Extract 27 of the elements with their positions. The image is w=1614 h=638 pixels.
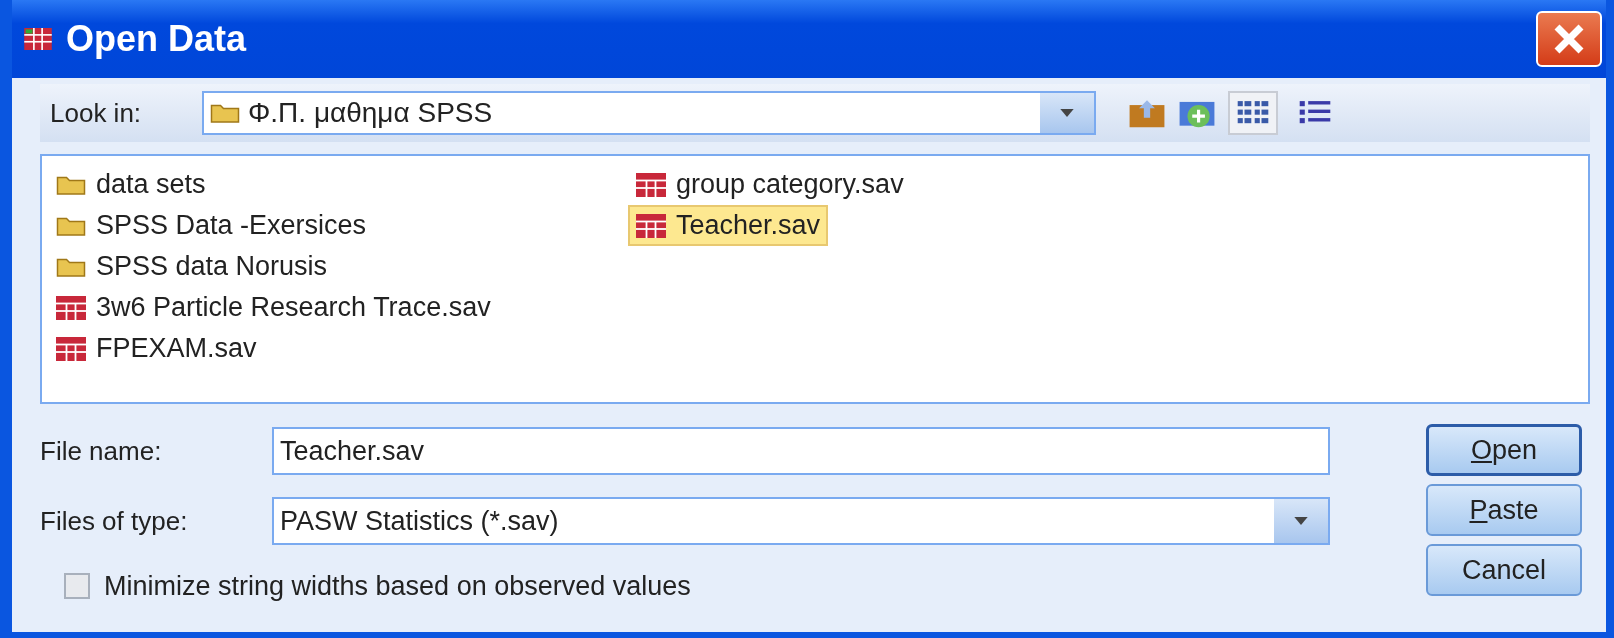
- checkbox-label: Minimize string widths based on observed values: [104, 570, 691, 602]
- data-file-icon: [56, 336, 86, 361]
- app-icon: [24, 28, 52, 50]
- file-name-label: File name:: [40, 435, 163, 467]
- file-item[interactable]: Teacher.sav: [628, 205, 829, 246]
- data-file-icon: [636, 213, 666, 238]
- file-item[interactable]: FPEXAM.sav: [48, 328, 265, 369]
- file-type-dropdown[interactable]: PASW Statistics (*.sav): [272, 497, 1330, 545]
- checkbox[interactable]: [64, 573, 90, 599]
- look-in-dropdown[interactable]: Φ.Π. μαθημα SPSS: [202, 91, 1096, 135]
- data-file-icon: [56, 295, 86, 320]
- window-title: Open Data: [66, 18, 248, 60]
- list-view-button[interactable]: [1228, 91, 1278, 135]
- folder-icon: [210, 102, 240, 124]
- file-item[interactable]: group category.sav: [628, 164, 912, 205]
- file-item[interactable]: SPSS data Norusis: [48, 246, 336, 287]
- dialog-button[interactable]: Paste: [1426, 484, 1582, 536]
- dialog-button[interactable]: Cancel: [1426, 544, 1582, 596]
- dialog-button[interactable]: Open: [1426, 424, 1582, 476]
- file-type-label: Files of type:: [40, 505, 189, 537]
- file-item[interactable]: SPSS Data -Exersices: [48, 205, 375, 246]
- file-item[interactable]: data sets: [48, 164, 214, 205]
- look-in-label: Look in:: [50, 97, 143, 129]
- file-item[interactable]: 3w6 Particle Research Trace.sav: [48, 287, 499, 328]
- data-file-icon: [636, 172, 666, 197]
- close-button[interactable]: [1536, 11, 1602, 67]
- file-name-field[interactable]: Teacher.sav: [272, 427, 1330, 475]
